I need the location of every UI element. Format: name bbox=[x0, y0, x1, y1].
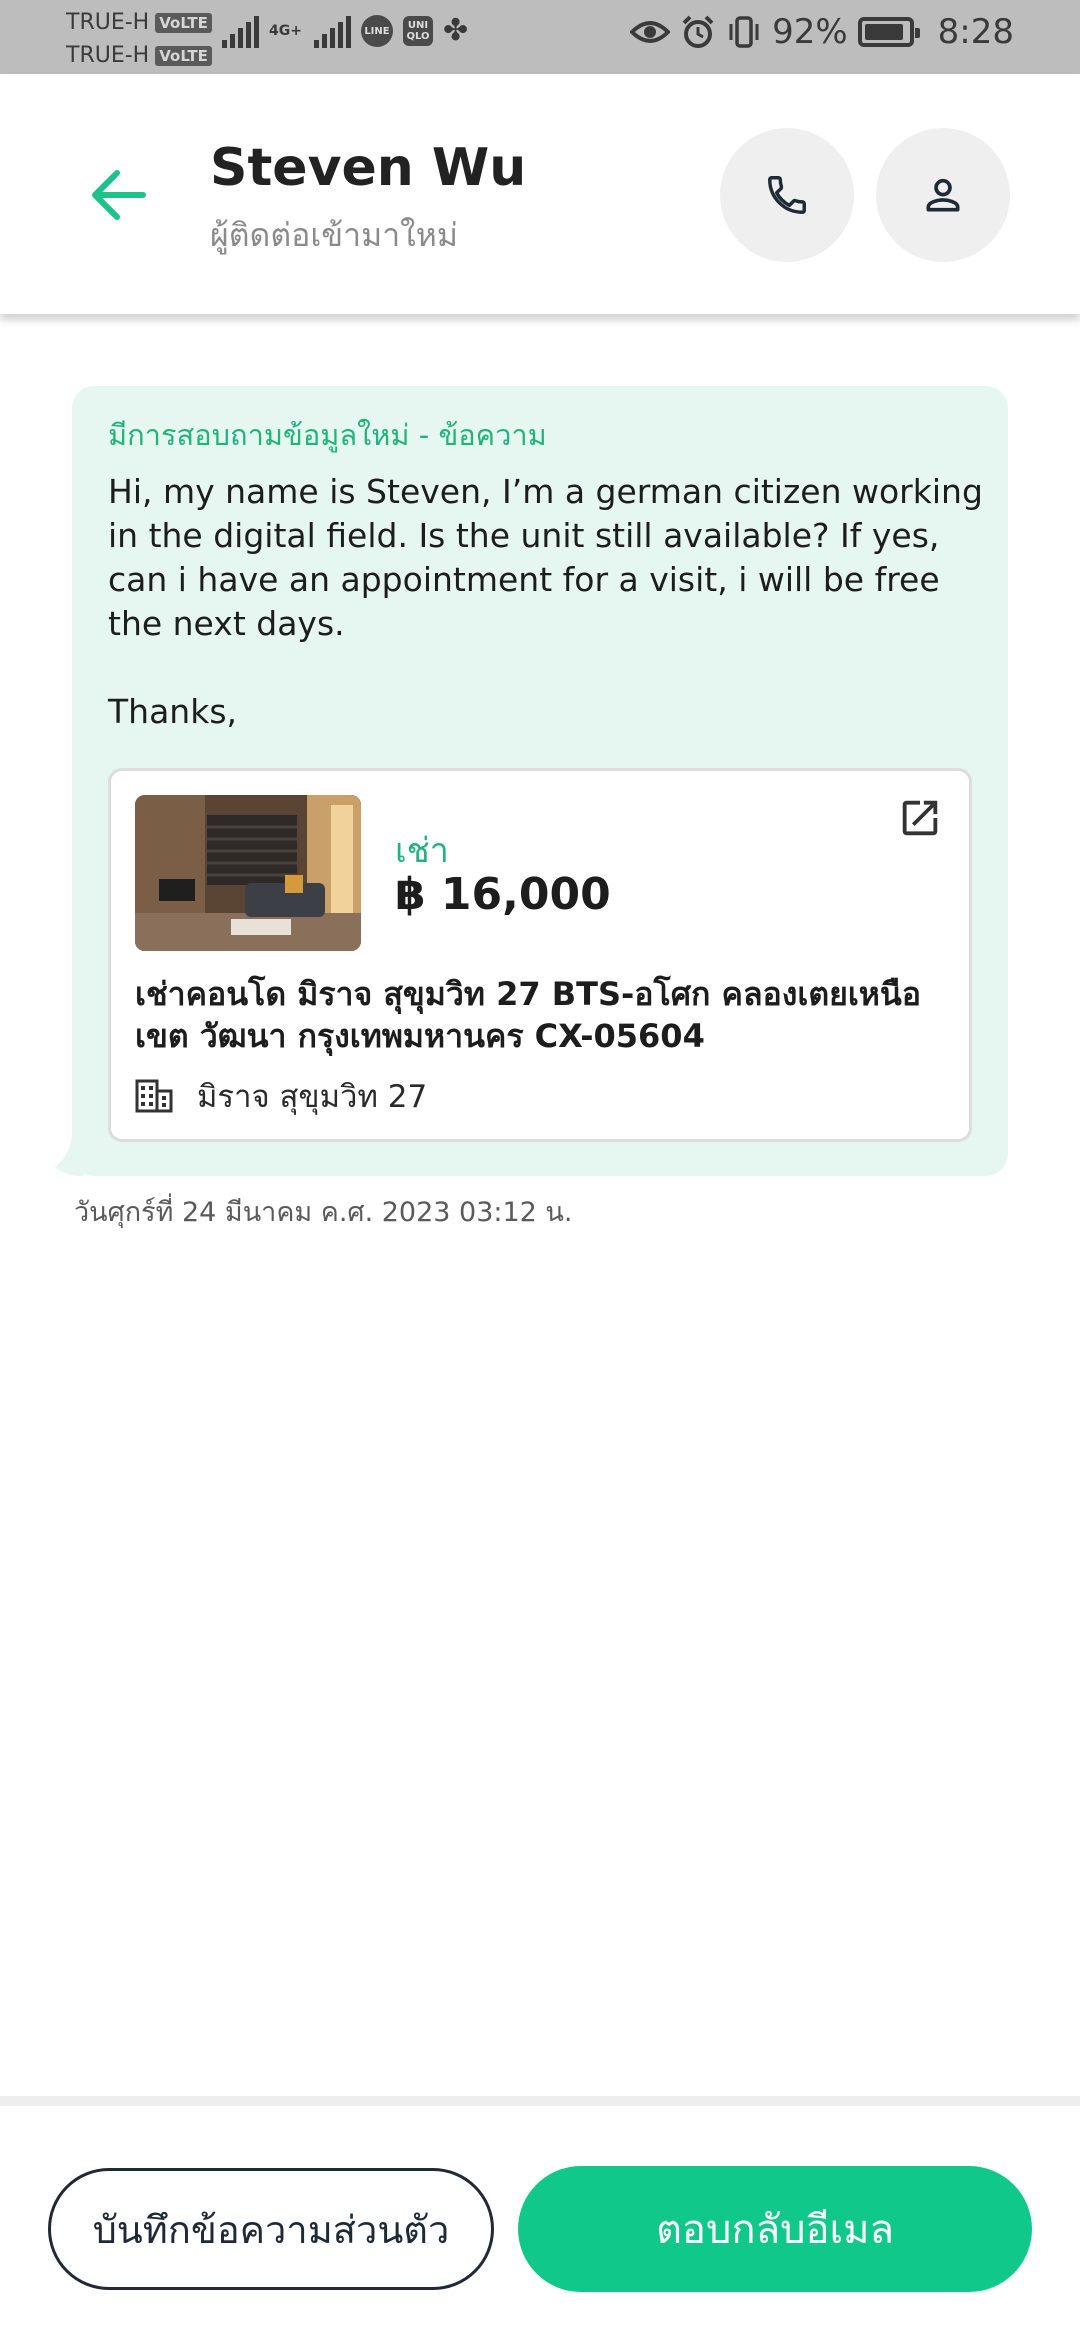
listing-price: ฿ 16,000 bbox=[395, 869, 611, 920]
listing-building: มิราจ สุขุมวิท 27 bbox=[135, 1071, 427, 1121]
building-icon bbox=[135, 1079, 173, 1113]
volte-badge: VoLTE bbox=[155, 45, 212, 66]
status-bar: TRUE-H VoLTE TRUE-H VoLTE 4G+ LINE UNI Q… bbox=[0, 0, 1080, 74]
message-bubble: มีการสอบถามข้อมูลใหม่ - ข้อความ Hi, my n… bbox=[72, 386, 1008, 1176]
phone-icon bbox=[768, 176, 806, 214]
message-timestamp: วันศุกร์ที่ 24 มีนาคม ค.ศ. 2023 03:12 น. bbox=[74, 1197, 573, 1228]
carrier-name: TRUE-H bbox=[66, 10, 150, 35]
reply-email-button[interactable]: ตอบกลับอีเมล bbox=[518, 2166, 1032, 2292]
signal-icon-2 bbox=[313, 14, 351, 48]
message-body: Hi, my name is Steven, I’m a german citi… bbox=[108, 470, 988, 778]
listing-title: เช่าคอนโด มิราจ สุขุมวิท 27 BTS-อโศก คลอ… bbox=[135, 975, 921, 1055]
clock: 8:28 bbox=[937, 12, 1014, 52]
signal-icon bbox=[222, 14, 259, 48]
battery-icon bbox=[857, 17, 920, 47]
network-type: 4G+ bbox=[269, 23, 302, 39]
uniqlo-app-icon: UNI QLO bbox=[402, 16, 433, 46]
contact-name: Steven Wu bbox=[210, 138, 527, 198]
contact-profile-button[interactable] bbox=[876, 128, 1010, 262]
listing-card[interactable]: เช่า ฿ 16,000 เช่าคอนโด มิราจ สุขุมวิท 2… bbox=[108, 768, 972, 1142]
battery-percent: 92% bbox=[772, 12, 848, 52]
contact-status: ผู้ติดต่อเข้ามาใหม่ bbox=[210, 216, 458, 254]
open-in-new-icon bbox=[902, 800, 938, 836]
pinwheel-icon: ✤ bbox=[442, 13, 469, 48]
carrier-name: TRUE-H bbox=[66, 43, 150, 68]
call-button[interactable] bbox=[720, 128, 854, 262]
vibrate-icon bbox=[729, 16, 759, 48]
bottom-action-bar: บันทึกข้อความส่วนตัว ตอบกลับอีเมล bbox=[0, 2096, 1080, 2340]
listing-photo bbox=[135, 795, 361, 951]
message-signoff: Thanks, bbox=[108, 692, 238, 731]
volte-badge: VoLTE bbox=[155, 12, 212, 33]
status-icons-right: 92% 8:28 bbox=[630, 12, 1014, 52]
status-icons-left: 4G+ LINE UNI QLO ✤ bbox=[222, 14, 468, 48]
app-header: Steven Wu ผู้ติดต่อเข้ามาใหม่ bbox=[0, 74, 1080, 314]
open-listing-button[interactable] bbox=[893, 791, 947, 845]
person-icon bbox=[926, 178, 960, 212]
eye-icon bbox=[630, 21, 671, 43]
carrier-info: TRUE-H VoLTE TRUE-H VoLTE bbox=[66, 6, 212, 72]
message-text: Hi, my name is Steven, I’m a german citi… bbox=[108, 472, 983, 643]
arrow-left-icon bbox=[92, 170, 146, 220]
carrier-row-1: TRUE-H VoLTE bbox=[66, 6, 212, 39]
back-button[interactable] bbox=[84, 160, 154, 230]
private-note-button[interactable]: บันทึกข้อความส่วนตัว bbox=[48, 2168, 494, 2290]
alarm-icon bbox=[682, 15, 714, 48]
building-name: มิราจ สุขุมวิท 27 bbox=[197, 1079, 428, 1115]
carrier-row-2: TRUE-H VoLTE bbox=[66, 39, 212, 72]
message-heading: มีการสอบถามข้อมูลใหม่ - ข้อความ bbox=[108, 418, 547, 452]
line-app-icon: LINE bbox=[360, 15, 393, 47]
